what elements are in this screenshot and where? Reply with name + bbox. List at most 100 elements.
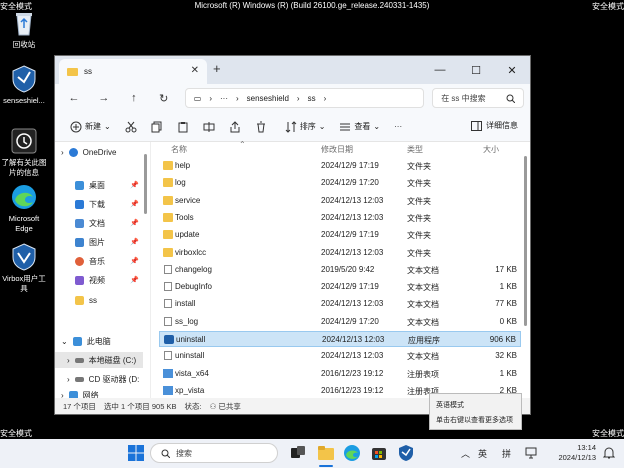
sidebar-item-onedrive[interactable]: › OneDrive bbox=[55, 144, 143, 160]
tab-bar: ss ✕ + — ☐ ✕ bbox=[55, 56, 530, 84]
text-file-icon bbox=[164, 264, 172, 274]
desktop-icon-recycle-bin[interactable]: 回收站 bbox=[0, 8, 48, 50]
sidebar-item-cd-drive[interactable]: › CD 驱动器 (D: bbox=[55, 371, 143, 387]
file-row[interactable]: help 2024/12/9 17:19 文件夹 bbox=[159, 158, 521, 174]
taskbar-search[interactable]: 搜索 bbox=[150, 443, 278, 463]
file-row[interactable]: virboxlcc 2024/12/13 12:03 文件夹 bbox=[159, 245, 521, 261]
task-view-icon[interactable] bbox=[289, 444, 307, 462]
desktop-icon-edge[interactable]: Microsoft Edge bbox=[0, 182, 48, 234]
desktop-icon-senseshield[interactable]: senseshiel... bbox=[0, 64, 48, 106]
file-date: 2024/12/9 17:19 bbox=[321, 282, 379, 292]
column-header-name[interactable]: 名称 bbox=[171, 144, 187, 155]
sidebar-item-videos[interactable]: 视频 📌 bbox=[55, 272, 143, 288]
forward-arrow-icon[interactable]: → bbox=[91, 92, 117, 104]
ime-mode-indicator[interactable]: 拼 bbox=[502, 447, 511, 460]
back-arrow-icon[interactable]: ← bbox=[61, 92, 87, 104]
file-row[interactable]: changelog 2019/5/20 9:42 文本文档 17 KB bbox=[159, 262, 521, 278]
sidebar-item-label: 此电脑 bbox=[86, 336, 111, 346]
file-row[interactable]: uninstall 2024/12/13 12:03 文本文档 32 KB bbox=[159, 348, 521, 364]
recycle-bin-icon bbox=[16, 13, 32, 36]
paste-button[interactable] bbox=[170, 116, 196, 138]
file-explorer-icon[interactable] bbox=[317, 444, 335, 462]
more-locations-icon[interactable]: ··· bbox=[220, 94, 228, 103]
file-row[interactable]: vista_x64 2016/12/23 19:12 注册表项 1 KB bbox=[159, 366, 521, 382]
senseshield-icon[interactable] bbox=[397, 444, 415, 462]
file-row[interactable]: Tools 2024/12/13 12:03 文件夹 bbox=[159, 210, 521, 226]
virbox-icon bbox=[12, 243, 36, 271]
pin-icon[interactable]: 📌 bbox=[130, 238, 139, 246]
copy-button[interactable] bbox=[144, 116, 170, 138]
file-size: 0 KB bbox=[499, 316, 517, 326]
file-row[interactable]: install 2024/12/13 12:03 文本文档 77 KB bbox=[159, 296, 521, 312]
chevron-right-icon: › bbox=[323, 93, 327, 103]
share-button[interactable] bbox=[222, 116, 248, 138]
new-tab-button[interactable]: + bbox=[213, 61, 221, 76]
store-icon[interactable] bbox=[370, 444, 388, 462]
search-input[interactable]: 在 ss 中搜索 bbox=[432, 88, 524, 108]
column-header-date[interactable]: 修改日期 bbox=[321, 144, 353, 155]
view-button[interactable]: 查看 ⌄ bbox=[332, 116, 387, 138]
chevron-up-icon[interactable]: ︿ bbox=[461, 447, 470, 460]
clock-date: 2024/12/13 bbox=[558, 453, 596, 462]
sidebar-item-music[interactable]: 音乐 📌 bbox=[55, 253, 143, 269]
pin-icon[interactable]: 📌 bbox=[130, 200, 139, 208]
file-row[interactable]: log 2024/12/9 17:20 文件夹 bbox=[159, 175, 521, 191]
ime-language-indicator[interactable]: 英 bbox=[478, 447, 487, 460]
registry-file-icon bbox=[163, 385, 173, 395]
file-row[interactable]: ss_log 2024/12/9 17:20 文本文档 0 KB bbox=[159, 314, 521, 330]
sidebar-scrollbar[interactable] bbox=[144, 154, 147, 214]
sidebar-item-pictures[interactable]: 图片 📌 bbox=[55, 234, 143, 250]
close-button[interactable]: ✕ bbox=[494, 56, 530, 84]
pin-icon[interactable]: 📌 bbox=[130, 276, 139, 284]
notification-bell-icon[interactable] bbox=[603, 446, 615, 460]
file-row[interactable]: update 2024/12/9 17:19 文件夹 bbox=[159, 227, 521, 243]
delete-button[interactable] bbox=[248, 116, 274, 138]
file-list-scrollbar[interactable] bbox=[524, 156, 527, 326]
windows-start-icon[interactable] bbox=[127, 444, 145, 462]
file-date: 2024/12/13 12:03 bbox=[321, 247, 384, 257]
desktop-icon-virbox[interactable]: Virbox用户工具 bbox=[0, 242, 48, 294]
column-header-type[interactable]: 类型 bbox=[407, 144, 423, 155]
tab-close-icon[interactable]: ✕ bbox=[191, 65, 199, 76]
more-options-label: ··· bbox=[394, 122, 403, 131]
new-button[interactable]: 新建 ⌄ bbox=[63, 116, 118, 138]
system-clock[interactable]: 13:14 2024/12/13 bbox=[558, 443, 596, 463]
music-icon bbox=[75, 256, 84, 266]
sidebar-item-desktop[interactable]: 桌面 📌 bbox=[55, 177, 143, 193]
file-row[interactable]: DebugInfo 2024/12/9 17:19 文本文档 1 KB bbox=[159, 279, 521, 295]
edge-icon[interactable] bbox=[343, 444, 361, 462]
ime-tooltip-mode: 英语模式 bbox=[436, 402, 464, 409]
file-type: 文本文档 bbox=[407, 352, 439, 362]
details-pane-button[interactable]: 详细信息 bbox=[471, 120, 518, 131]
pin-icon[interactable]: 📌 bbox=[130, 219, 139, 227]
rename-button[interactable] bbox=[196, 116, 222, 138]
sidebar-item-label: 下载 bbox=[89, 199, 105, 209]
refresh-icon[interactable]: ↻ bbox=[151, 92, 177, 105]
breadcrumb-ss[interactable]: ss bbox=[308, 94, 316, 103]
sidebar-item-label: ss bbox=[89, 295, 97, 305]
address-field[interactable]: ▭ › ··· › senseshield › ss › bbox=[184, 88, 425, 108]
up-arrow-icon[interactable]: ↑ bbox=[121, 92, 147, 104]
senseshield-icon bbox=[12, 65, 36, 93]
drive-icon bbox=[74, 357, 84, 363]
sidebar-item-downloads[interactable]: 下载 📌 bbox=[55, 196, 143, 212]
minimize-button[interactable]: — bbox=[422, 56, 458, 84]
more-options-button[interactable]: ··· bbox=[387, 116, 409, 138]
cut-button[interactable] bbox=[118, 116, 144, 138]
maximize-button[interactable]: ☐ bbox=[458, 56, 494, 84]
sort-button[interactable]: 排序 ⌄ bbox=[278, 116, 333, 138]
file-row[interactable]: uninstall 2024/12/13 12:03 应用程序 906 KB bbox=[159, 331, 521, 347]
file-date: 2016/12/23 19:12 bbox=[321, 368, 384, 378]
sidebar-item-ss[interactable]: ss bbox=[55, 292, 143, 308]
sidebar-item-this-pc[interactable]: ⌄ 此电脑 bbox=[55, 333, 143, 349]
sidebar-item-local-disk[interactable]: › 本地磁盘 (C:) bbox=[55, 352, 143, 368]
desktop-icon-spotlight-info[interactable]: 了解有关此图片的信息 bbox=[0, 126, 48, 178]
breadcrumb-senseshield[interactable]: senseshield bbox=[247, 94, 289, 103]
network-icon[interactable] bbox=[524, 446, 538, 460]
pin-icon[interactable]: 📌 bbox=[130, 257, 139, 265]
column-header-size[interactable]: 大小 bbox=[483, 144, 499, 155]
pin-icon[interactable]: 📌 bbox=[130, 181, 139, 189]
tab-ss[interactable]: ss ✕ bbox=[59, 59, 207, 84]
sidebar-item-documents[interactable]: 文档 📌 bbox=[55, 215, 143, 231]
file-row[interactable]: service 2024/12/13 12:03 文件夹 bbox=[159, 193, 521, 209]
